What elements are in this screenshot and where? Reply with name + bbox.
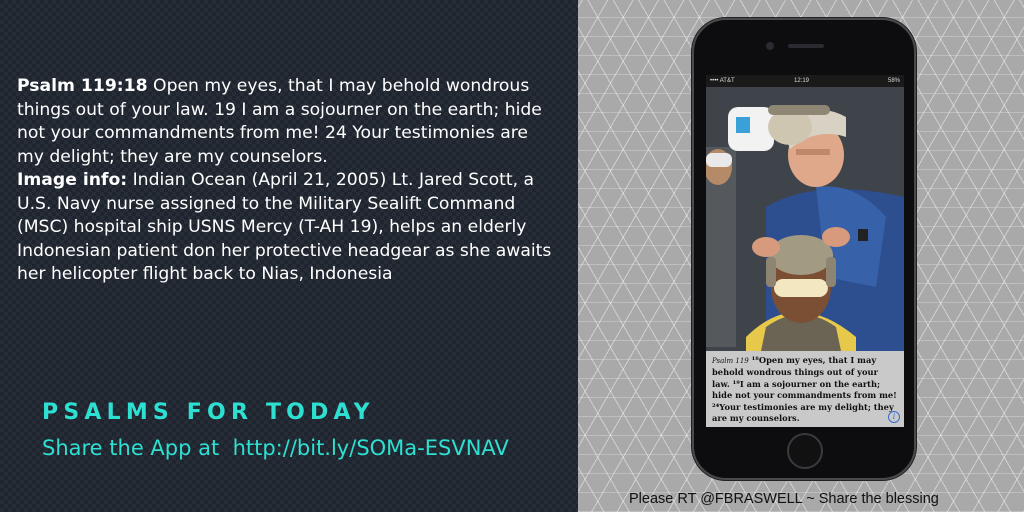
share-link[interactable]: Share the App at http://bit.ly/SOMa-ESVN… (42, 436, 509, 460)
verse-caption: Psalm 119 ¹⁸Open my eyes, that I may beh… (706, 351, 904, 427)
info-icon[interactable]: i (888, 411, 900, 423)
status-battery: 58% (887, 78, 900, 84)
status-bar: •••• AT&T 12:19 58% (706, 75, 904, 87)
verse-reference: Psalm 119:18 (17, 76, 148, 96)
photo-illustration (706, 87, 904, 351)
brand-title: PSALMS FOR TODAY (42, 400, 375, 425)
phone-screen: •••• AT&T 12:19 58% Psalm 119 ¹⁸Open my … (706, 75, 904, 427)
camera-icon (766, 42, 774, 50)
phone-mockup: •••• AT&T 12:19 58% Psalm 119 ¹⁸Open my … (692, 18, 916, 480)
status-carrier: •••• AT&T (710, 78, 735, 84)
credit-text: Please RT @FBRASWELL ~ Share the blessin… (629, 491, 939, 507)
verse-text: Psalm 119:18 Open my eyes, that I may be… (17, 75, 557, 287)
home-button[interactable] (787, 433, 823, 469)
speaker-grille (788, 44, 824, 48)
image-info-label: Image info: (17, 170, 128, 190)
caption-reference: Psalm 119 (712, 357, 749, 365)
caption-text: ¹⁸Open my eyes, that I may behold wondro… (712, 355, 897, 424)
status-clock: 12:19 (794, 78, 810, 84)
photo-image (706, 87, 904, 351)
